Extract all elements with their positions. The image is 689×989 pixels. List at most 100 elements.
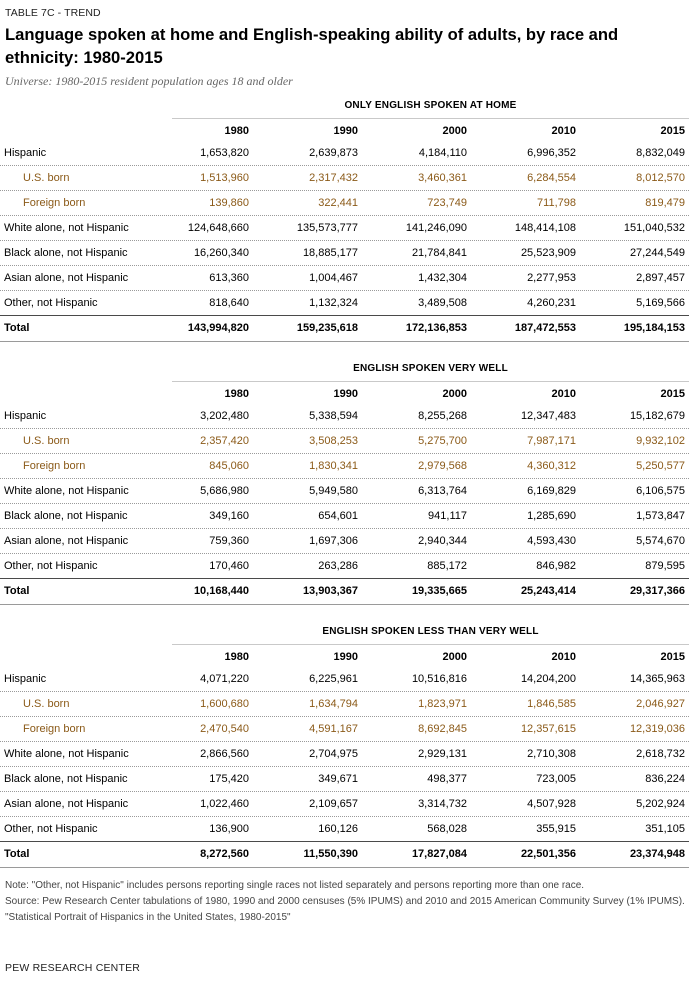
column-header-year: 2000 xyxy=(442,388,467,400)
row-label: Other, not Hispanic xyxy=(4,823,98,835)
table-row: White alone, not Hispanic 124,648,660 135,… xyxy=(0,216,689,241)
table-kicker: TABLE 7C - TREND xyxy=(5,7,101,19)
cell-value: 25,523,909 xyxy=(520,247,576,259)
cell-value: 2,618,732 xyxy=(636,748,685,760)
cell-value: 2,470,540 xyxy=(200,723,249,735)
cell-value: 2,897,457 xyxy=(636,272,685,284)
cell-value: 135,573,777 xyxy=(296,222,358,234)
cell-value: 5,202,924 xyxy=(636,798,685,810)
cell-value: 2,639,873 xyxy=(309,147,358,159)
cell-value: 1,513,960 xyxy=(200,172,249,184)
table-row: Hispanic 4,071,220 6,225,961 10,516,816 14,2… xyxy=(0,667,689,692)
cell-value: 2,710,308 xyxy=(527,748,576,760)
cell-value: 8,832,049 xyxy=(636,147,685,159)
cell-value: 8,255,268 xyxy=(418,410,467,422)
cell-value: 5,275,700 xyxy=(418,435,467,447)
cell-value: 2,866,560 xyxy=(200,748,249,760)
heading-rule xyxy=(172,381,689,382)
total-row: Total 143,994,820 159,235,618 172,136,853 18… xyxy=(0,316,689,341)
cell-value: 21,784,841 xyxy=(411,247,467,259)
row-label: White alone, not Hispanic xyxy=(4,748,129,760)
row-label: Black alone, not Hispanic xyxy=(4,510,128,522)
column-header-year: 2010 xyxy=(551,125,576,137)
section-heading: ENGLISH SPOKEN LESS THAN VERY WELL xyxy=(322,626,539,637)
cell-value: 2,929,131 xyxy=(418,748,467,760)
cell-value: 819,479 xyxy=(645,197,685,209)
cell-value: 14,204,200 xyxy=(520,673,576,685)
cell-value: 29,317,366 xyxy=(629,585,685,597)
column-header-year: 1980 xyxy=(224,388,249,400)
cell-value: 711,798 xyxy=(537,197,576,209)
cell-value: 1,697,306 xyxy=(309,535,358,547)
cell-value: 3,314,732 xyxy=(418,798,467,810)
column-header-year: 2010 xyxy=(551,388,576,400)
row-label: Foreign born xyxy=(23,197,86,209)
row-label: White alone, not Hispanic xyxy=(4,222,129,234)
cell-value: 2,704,975 xyxy=(309,748,358,760)
cell-value: 2,357,420 xyxy=(200,435,249,447)
cell-value: 7,987,171 xyxy=(527,435,576,447)
table-row: Black alone, not Hispanic 175,420 349,671 4… xyxy=(0,767,689,792)
cell-value: 4,071,220 xyxy=(200,673,249,685)
row-label: U.S. born xyxy=(23,172,70,184)
table-section: ENGLISH SPOKEN LESS THAN VERY WELL 1980 19… xyxy=(0,626,689,868)
cell-value: 8,272,560 xyxy=(200,848,249,860)
heading-rule xyxy=(172,644,689,645)
cell-value: 1,634,794 xyxy=(309,698,358,710)
cell-value: 170,460 xyxy=(209,560,249,572)
cell-value: 124,648,660 xyxy=(187,222,249,234)
column-header-row: 1980 1990 2000 2010 2015 xyxy=(0,388,689,404)
cell-value: 13,903,367 xyxy=(302,585,358,597)
cell-value: 23,374,948 xyxy=(629,848,685,860)
column-header-year: 1990 xyxy=(333,125,358,137)
cell-value: 349,671 xyxy=(318,773,358,785)
cell-value: 151,040,532 xyxy=(623,222,685,234)
total-rule xyxy=(0,315,689,316)
row-label: Total xyxy=(4,848,30,860)
cell-value: 759,360 xyxy=(209,535,249,547)
table-row: Asian alone, not Hispanic 1,022,460 2,109,… xyxy=(0,792,689,817)
row-label: Asian alone, not Hispanic xyxy=(4,272,129,284)
cell-value: 4,507,928 xyxy=(527,798,576,810)
cell-value: 4,260,231 xyxy=(527,297,576,309)
table-row: Black alone, not Hispanic 349,160 654,601 9… xyxy=(0,504,689,529)
cell-value: 4,591,167 xyxy=(309,723,358,735)
cell-value: 14,365,963 xyxy=(629,673,685,685)
cell-value: 351,105 xyxy=(645,823,685,835)
table-section: ENGLISH SPOKEN VERY WELL 1980 1990 2000 2010… xyxy=(0,363,689,605)
table-row: Foreign born 2,470,540 4,591,167 8,692,845 1… xyxy=(0,717,689,742)
table-row: U.S. born 2,357,420 3,508,253 5,275,700 7,98… xyxy=(0,429,689,454)
cell-value: 5,686,980 xyxy=(200,485,249,497)
cell-value: 322,441 xyxy=(318,197,358,209)
cell-value: 12,347,483 xyxy=(520,410,576,422)
cell-value: 2,979,568 xyxy=(418,460,467,472)
table-row: Other, not Hispanic 136,900 160,126 568,028… xyxy=(0,817,689,842)
total-row: Total 8,272,560 11,550,390 17,827,084 22,501… xyxy=(0,842,689,867)
table-row: Asian alone, not Hispanic 613,360 1,004,46… xyxy=(0,266,689,291)
cell-value: 159,235,618 xyxy=(296,322,358,334)
cell-value: 498,377 xyxy=(427,773,467,785)
cell-value: 16,260,340 xyxy=(193,247,249,259)
table-row: U.S. born 1,600,680 1,634,794 1,823,971 1,84… xyxy=(0,692,689,717)
row-label: White alone, not Hispanic xyxy=(4,485,129,497)
cell-value: 1,653,820 xyxy=(200,147,249,159)
row-label: Foreign born xyxy=(23,723,86,735)
table-section: ONLY ENGLISH SPOKEN AT HOME 1980 1990 2000 2… xyxy=(0,100,689,342)
table-row: Black alone, not Hispanic 16,260,340 18,88… xyxy=(0,241,689,266)
cell-value: 1,132,324 xyxy=(309,297,358,309)
table-row: Other, not Hispanic 170,460 263,286 885,172… xyxy=(0,554,689,579)
cell-value: 195,184,153 xyxy=(623,322,685,334)
row-label: Hispanic xyxy=(4,147,47,159)
cell-value: 141,246,090 xyxy=(405,222,467,234)
column-header-year: 2000 xyxy=(442,651,467,663)
cell-value: 1,004,467 xyxy=(309,272,358,284)
cell-value: 3,202,480 xyxy=(200,410,249,422)
cell-value: 613,360 xyxy=(209,272,249,284)
report-title-text: "Statistical Portrait of Hispanics in th… xyxy=(5,912,291,923)
cell-value: 568,028 xyxy=(427,823,467,835)
cell-value: 1,846,585 xyxy=(527,698,576,710)
column-header-year: 1990 xyxy=(333,651,358,663)
column-header-year: 2015 xyxy=(660,651,685,663)
cell-value: 12,319,036 xyxy=(629,723,685,735)
row-label: Asian alone, not Hispanic xyxy=(4,535,129,547)
